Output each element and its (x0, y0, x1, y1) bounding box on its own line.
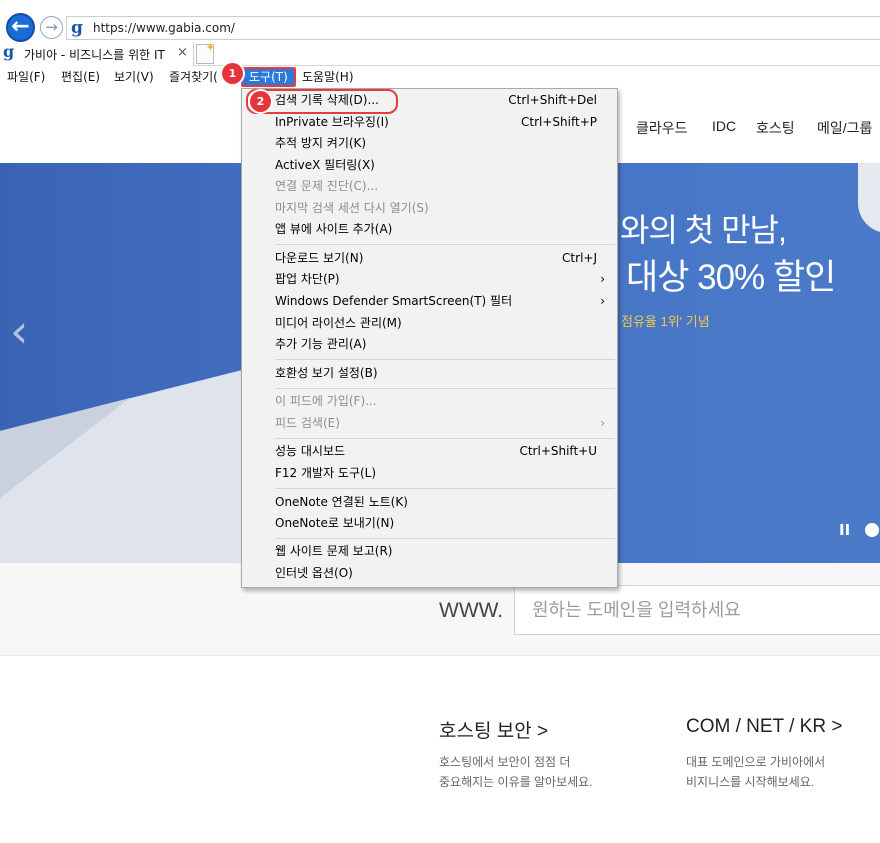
menu-view[interactable]: 보기(V) (114, 67, 154, 87)
menu-help[interactable]: 도움말(H) (302, 67, 354, 87)
menu-tools[interactable]: 도구(T) (241, 67, 296, 87)
menu-compatibility-view-settings[interactable]: 호환성 보기 설정(B) (242, 363, 617, 384)
menu-item-label: 추가 기능 관리(A) (275, 337, 367, 351)
menu-edit[interactable]: 편집(E) (61, 67, 100, 87)
tab-gabia[interactable]: g 가비아 - 비즈니스를 위한 IT × (0, 42, 194, 66)
submenu-arrow-icon: › (600, 416, 605, 430)
menu-item-shortcut: Ctrl+Shift+U (519, 444, 597, 458)
menu-item-label: Windows Defender SmartScreen(T) 필터 (275, 294, 513, 308)
banner-subtext: 점유율 1위' 기념 (621, 314, 710, 329)
menu-item-label: 웹 사이트 문제 보고(R) (275, 544, 393, 558)
menu-item-label: 팝업 차단(P) (275, 272, 340, 286)
menu-separator (275, 359, 615, 360)
menu-separator (275, 538, 615, 539)
step-badge-1: 1 (222, 63, 243, 84)
nav-mail-group[interactable]: 메일/그룹 (817, 118, 872, 138)
banner-page-dot[interactable] (865, 523, 879, 537)
tab-close-icon[interactable]: × (177, 45, 188, 60)
menu-f12-developer-tools[interactable]: F12 개발자 도구(L) (242, 463, 617, 484)
menu-item-shortcut: Ctrl+Shift+P (521, 115, 597, 129)
www-label: WWW. (439, 599, 504, 622)
promo-domains-link[interactable]: COM / NET / KR > (686, 716, 842, 738)
address-bar: ← → g https://www.gabia.com/ (0, 0, 880, 42)
menu-item-label: OneNote 연결된 노트(K) (275, 495, 408, 509)
menu-item-label: 피드 검색(E) (275, 416, 340, 430)
promo-domains-desc-1: 대표 도메인으로 가비아에서 (686, 755, 826, 769)
menu-item-label: 마지막 검색 세션 다시 열기(S) (275, 201, 429, 215)
menu-reopen-last-session: 마지막 검색 세션 다시 열기(S) (242, 198, 617, 219)
menu-send-to-onenote[interactable]: OneNote로 보내기(N) (242, 513, 617, 534)
menu-item-label: 이 피드에 가입(F)... (275, 394, 377, 408)
banner-pause-icon[interactable]: II (839, 521, 850, 539)
menu-item-label: 호환성 보기 설정(B) (275, 366, 378, 380)
menu-popup-blocker[interactable]: 팝업 차단(P) › (242, 269, 617, 290)
menu-report-website-problems[interactable]: 웹 사이트 문제 보고(R) (242, 541, 617, 562)
nav-cloud[interactable]: 클라우드 (636, 118, 688, 138)
menu-item-label: 성능 대시보드 (275, 444, 346, 458)
new-tab-button[interactable]: ✦ (196, 41, 215, 64)
tab-bar: g 가비아 - 비즈니스를 위한 IT × ✦ (0, 41, 880, 66)
menu-item-label: OneNote로 보내기(N) (275, 516, 395, 530)
menu-diagnose-connection: 연결 문제 진단(C)... (242, 176, 617, 197)
back-arrow-icon: ← (11, 14, 30, 39)
menu-item-label: 인터넷 옵션(O) (275, 566, 353, 580)
domain-search-input[interactable] (514, 585, 880, 635)
menu-internet-options[interactable]: 인터넷 옵션(O) (242, 563, 617, 584)
menu-inprivate-browsing[interactable]: InPrivate 브라우징(I) Ctrl+Shift+P (242, 112, 617, 133)
menu-manage-addons[interactable]: 추가 기능 관리(A) (242, 334, 617, 355)
menu-item-label: 미디어 라이선스 관리(M) (275, 316, 402, 330)
menu-separator (275, 438, 615, 439)
forward-button[interactable]: → (40, 16, 63, 39)
menu-add-site-to-apps[interactable]: 앱 뷰에 사이트 추가(A) (242, 219, 617, 240)
menu-item-label: 앱 뷰에 사이트 추가(A) (275, 222, 393, 236)
menu-favorites[interactable]: 즐겨찾기( (169, 67, 218, 87)
tools-dropdown-menu: 검색 기록 삭제(D)... Ctrl+Shift+Del InPrivate … (241, 88, 618, 588)
promo-hosting-security-desc-1: 호스팅에서 보안이 점점 더 (439, 755, 571, 769)
submenu-arrow-icon: › (600, 294, 605, 308)
menu-activex-filtering[interactable]: ActiveX 필터링(X) (242, 155, 617, 176)
menu-item-label: 다운로드 보기(N) (275, 251, 364, 265)
promo-domains-desc-2: 비지니스를 시작해보세요. (686, 775, 815, 789)
menu-item-label: InPrivate 브라우징(I) (275, 115, 389, 129)
menu-item-label: 연결 문제 진단(C)... (275, 179, 379, 193)
banner-headline-1: 와의 첫 만남, (620, 212, 787, 248)
nav-idc[interactable]: IDC (712, 118, 736, 134)
menu-file[interactable]: 파일(F) (7, 67, 45, 87)
menu-separator (275, 244, 615, 245)
menu-manage-media-licenses[interactable]: 미디어 라이선스 관리(M) (242, 313, 617, 334)
menu-smartscreen-filter[interactable]: Windows Defender SmartScreen(T) 필터 › (242, 291, 617, 312)
url-field[interactable]: g https://www.gabia.com/ (66, 16, 880, 40)
menu-item-label: 추적 방지 켜기(K) (275, 136, 367, 150)
promo-hosting-security-desc-2: 중요해지는 이유를 알아보세요. (439, 775, 593, 789)
menu-item-shortcut: Ctrl+J (562, 251, 597, 265)
menu-item-label: F12 개발자 도구(L) (275, 466, 377, 480)
banner-prev-icon[interactable]: ‹ (10, 308, 28, 354)
menu-tracking-protection[interactable]: 추적 방지 켜기(K) (242, 133, 617, 154)
menu-view-downloads[interactable]: 다운로드 보기(N) Ctrl+J (242, 248, 617, 269)
tab-favicon-icon: g (3, 42, 15, 61)
menu-feed-discovery: 피드 검색(E) › (242, 413, 617, 434)
promo-hosting-security-link[interactable]: 호스팅 보안 > (439, 716, 548, 743)
site-favicon-icon: g (71, 18, 83, 38)
tab-title: 가비아 - 비즈니스를 위한 IT (24, 48, 165, 62)
back-button[interactable]: ← (6, 13, 35, 42)
banner-headline-2: 대상 30% 할인 (626, 258, 836, 297)
forward-arrow-icon: → (45, 18, 58, 36)
new-tab-sparkle-icon: ✦ (205, 41, 215, 54)
url-text[interactable]: https://www.gabia.com/ (93, 21, 235, 35)
submenu-arrow-icon: › (600, 272, 605, 286)
menu-item-shortcut: Ctrl+Shift+Del (508, 93, 597, 107)
step-badge-2: 2 (250, 91, 271, 112)
menu-performance-dashboard[interactable]: 성능 대시보드 Ctrl+Shift+U (242, 441, 617, 462)
menu-separator (275, 388, 615, 389)
menu-onenote-linked-notes[interactable]: OneNote 연결된 노트(K) (242, 492, 617, 513)
menu-item-label: ActiveX 필터링(X) (275, 158, 375, 172)
menu-subscribe-feed: 이 피드에 가입(F)... (242, 391, 617, 412)
nav-hosting[interactable]: 호스팅 (756, 118, 795, 138)
menu-separator (275, 488, 615, 489)
menu-bar: 파일(F) 편집(E) 보기(V) 즐겨찾기( 도구(T) 도움말(H) (0, 66, 880, 88)
